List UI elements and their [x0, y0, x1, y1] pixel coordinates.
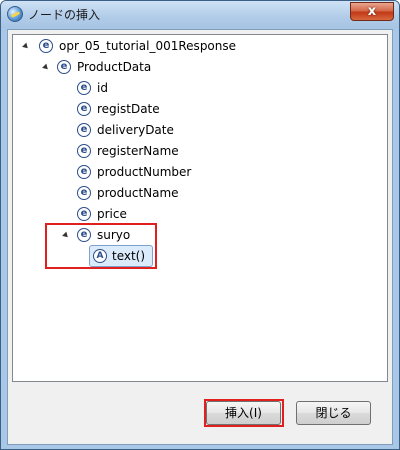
element-icon: e — [77, 207, 91, 221]
tree-node-child[interactable]: e id — [13, 79, 373, 97]
collapsed-arrow-icon[interactable] — [64, 188, 70, 198]
collapsed-arrow-icon[interactable] — [64, 146, 70, 156]
tree-node-root[interactable]: e opr_05_tutorial_001Response — [13, 37, 373, 55]
annotation-highlight-insert — [204, 399, 284, 427]
dialog-window: ノードの挿入 x e opr_05_tutorial_001Response e… — [0, 0, 400, 450]
element-icon: e — [77, 186, 91, 200]
tree-node-label: registerName — [97, 144, 179, 158]
close-window-button[interactable]: x — [350, 2, 394, 21]
tree-node-child[interactable]: e price — [13, 205, 373, 223]
tree-node-label: id — [97, 81, 108, 95]
tree-node-label: opr_05_tutorial_001Response — [59, 39, 237, 53]
node-tree[interactable]: e opr_05_tutorial_001Response e ProductD… — [12, 34, 388, 382]
element-icon: e — [77, 81, 91, 95]
tree-node-child[interactable]: e registDate — [13, 100, 373, 118]
tree-node-child[interactable]: e deliveryDate — [13, 121, 373, 139]
tree-node-child[interactable]: e registerName — [13, 142, 373, 160]
expanded-arrow-icon[interactable] — [22, 42, 30, 51]
annotation-highlight-suryo — [45, 223, 157, 269]
collapsed-arrow-icon[interactable] — [64, 83, 70, 93]
window-title: ノードの挿入 — [28, 8, 101, 22]
element-icon: e — [77, 123, 91, 137]
tree-node-label: productNumber — [97, 165, 192, 179]
titlebar[interactable]: ノードの挿入 x — [1, 1, 399, 28]
element-icon: e — [39, 39, 53, 53]
tree-node-child[interactable]: e productNumber — [13, 163, 373, 181]
collapsed-arrow-icon[interactable] — [64, 167, 70, 177]
element-icon: e — [77, 102, 91, 116]
element-icon: e — [77, 144, 91, 158]
element-icon: e — [77, 165, 91, 179]
expanded-arrow-icon[interactable] — [42, 63, 50, 72]
close-button[interactable]: 閉じる — [296, 401, 371, 425]
tree-node-label: ProductData — [77, 60, 152, 74]
collapsed-arrow-icon[interactable] — [64, 104, 70, 114]
tree-node-label: registDate — [97, 102, 160, 116]
tree-node-label: deliveryDate — [97, 123, 174, 137]
collapsed-arrow-icon[interactable] — [64, 125, 70, 135]
tree-node-child[interactable]: e productName — [13, 184, 373, 202]
collapsed-arrow-icon[interactable] — [64, 209, 70, 219]
element-icon: e — [57, 60, 71, 74]
tree-node-label: productName — [97, 186, 179, 200]
tree-node-label: price — [97, 207, 127, 221]
close-icon: x — [367, 4, 377, 19]
app-globe-icon — [7, 6, 23, 22]
tree-node-productdata[interactable]: e ProductData — [13, 58, 373, 76]
